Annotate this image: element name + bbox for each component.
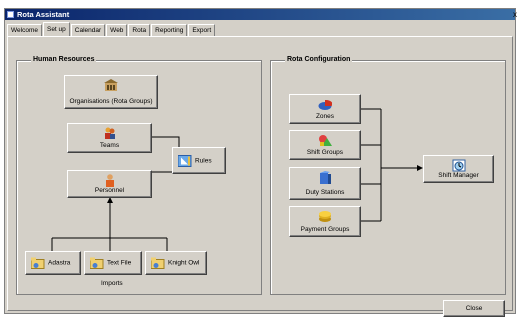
- import-folder-icon: [31, 257, 45, 269]
- import-folder-icon: [90, 257, 104, 269]
- import-adastra-label: Adastra: [48, 259, 71, 267]
- organisations-icon: [104, 79, 118, 91]
- rules-icon: [178, 154, 192, 167]
- close-window-icon[interactable]: x: [513, 9, 517, 20]
- shift-groups-button[interactable]: Shift Groups: [289, 130, 361, 160]
- shift-manager-label: Shift Manager: [438, 172, 479, 179]
- human-resources-group: Human Resources Organisations (Rota Grou…: [16, 56, 262, 295]
- tab-rota[interactable]: Rota: [128, 24, 151, 36]
- tab-strip: Welcome Set up Calendar Web Rota Reporti…: [7, 22, 216, 36]
- zones-icon: [318, 99, 332, 110]
- window-title: Rota Assistant: [17, 10, 70, 19]
- import-knight-owl-button[interactable]: Knight Owl: [145, 251, 207, 275]
- tab-web[interactable]: Web: [106, 24, 128, 36]
- teams-label: Teams: [99, 142, 120, 149]
- import-folder-icon: [151, 257, 165, 269]
- duty-stations-button[interactable]: Duty Stations: [289, 167, 361, 200]
- shift-manager-icon: [452, 159, 465, 172]
- app-icon: [7, 11, 14, 18]
- title-bar: Rota Assistant: [5, 9, 515, 20]
- import-text-file-button[interactable]: Text File: [84, 251, 142, 275]
- rules-button[interactable]: Rules: [172, 147, 226, 174]
- zones-label: Zones: [315, 113, 335, 120]
- tab-set-up[interactable]: Set up: [42, 22, 70, 36]
- payment-groups-icon: [319, 211, 331, 222]
- tab-export[interactable]: Export: [188, 24, 216, 36]
- zones-button[interactable]: Zones: [289, 94, 361, 124]
- payment-groups-label: Payment Groups: [300, 226, 350, 233]
- tab-reporting[interactable]: Reporting: [151, 24, 188, 36]
- shift-groups-icon: [319, 135, 332, 146]
- personnel-icon: [105, 174, 114, 187]
- teams-icon: [104, 127, 115, 139]
- close-button[interactable]: Close: [443, 300, 505, 317]
- rota-assistant-window: Rota Assistant x Welcome Set up Calendar…: [4, 8, 517, 317]
- personnel-button[interactable]: Personnel: [67, 170, 152, 198]
- rules-label: Rules: [195, 157, 212, 164]
- payment-groups-button[interactable]: Payment Groups: [289, 206, 361, 237]
- duty-stations-icon: [320, 171, 331, 184]
- import-text-file-label: Text File: [107, 259, 132, 267]
- tab-welcome[interactable]: Welcome: [7, 24, 42, 36]
- shift-groups-label: Shift Groups: [306, 149, 344, 156]
- organisations-button[interactable]: Organisations (Rota Groups): [64, 75, 158, 109]
- teams-button[interactable]: Teams: [67, 123, 152, 153]
- tab-calendar[interactable]: Calendar: [70, 24, 106, 36]
- setup-panel: Human Resources Organisations (Rota Grou…: [7, 36, 513, 317]
- shift-manager-button[interactable]: Shift Manager: [423, 155, 494, 183]
- import-adastra-button[interactable]: Adastra: [25, 251, 81, 275]
- personnel-label: Personnel: [94, 187, 125, 194]
- duty-stations-label: Duty Stations: [305, 189, 345, 196]
- close-button-label: Close: [465, 305, 483, 312]
- rota-configuration-group: Rota Configuration Zones Shift Groups Du…: [270, 56, 506, 295]
- imports-label: Imports: [101, 280, 123, 287]
- import-knight-owl-label: Knight Owl: [168, 259, 200, 267]
- organisations-label: Organisations (Rota Groups): [69, 98, 153, 105]
